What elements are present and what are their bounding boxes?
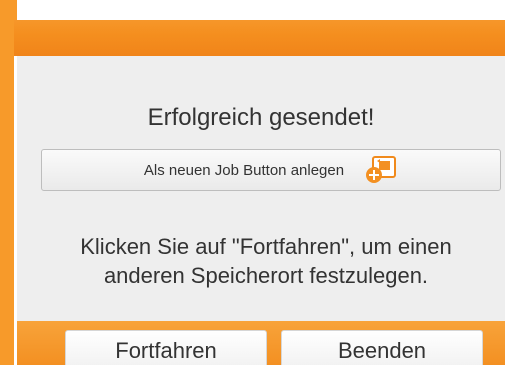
header-top-area: [14, 0, 505, 20]
header-band: [14, 0, 505, 56]
dialog-title: Erfolgreich gesendet!: [147, 104, 375, 131]
dialog-message: Klicken Sie auf "Fortfahren", um einen a…: [27, 232, 505, 290]
success-dialog-screen: Erfolgreich gesendet! Als neuen Job Butt…: [0, 0, 505, 365]
continue-button[interactable]: Fortfahren: [65, 330, 267, 365]
create-job-button[interactable]: Als neuen Job Button anlegen: [41, 149, 501, 191]
dialog-message-line1: Klicken Sie auf "Fortfahren", um einen: [80, 234, 452, 259]
left-accent-strip: [0, 0, 14, 365]
create-job-button-label: Als neuen Job Button anlegen: [143, 161, 345, 179]
dialog-footer: Fortfahren Beenden: [17, 321, 505, 365]
add-job-button-icon: [364, 156, 398, 184]
dialog-message-line2: anderen Speicherort festzulegen.: [103, 263, 429, 288]
finish-button[interactable]: Beenden: [281, 330, 483, 365]
dialog-panel: Erfolgreich gesendet! Als neuen Job Butt…: [17, 56, 505, 321]
